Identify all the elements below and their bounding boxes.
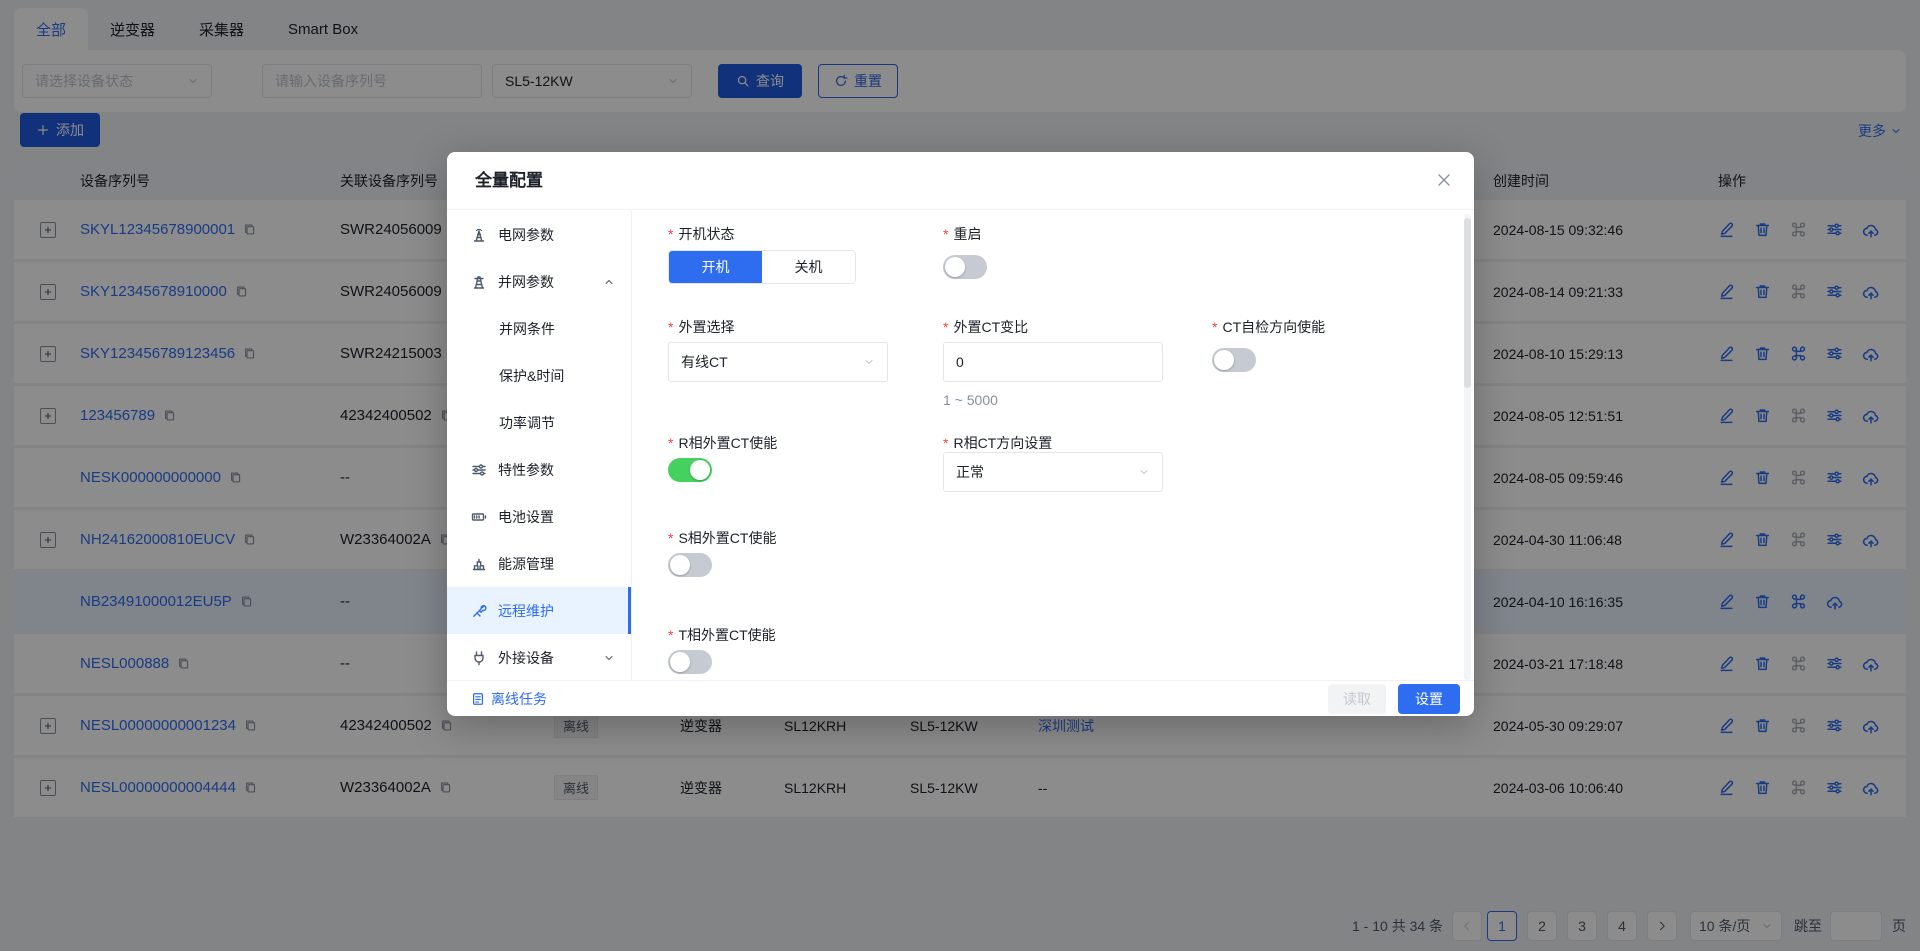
ct-selfcheck-toggle[interactable] <box>1212 348 1256 372</box>
config-menu-item[interactable]: 特性参数 <box>447 446 631 493</box>
config-menu-label: 电网参数 <box>498 225 554 245</box>
power-status-segmented: 开机 关机 <box>668 250 856 284</box>
grid-tower-icon <box>471 227 488 243</box>
battery-icon <box>471 509 488 525</box>
dialog-footer: 离线任务 读取 设置 <box>447 680 1474 716</box>
config-menu-label: 电池设置 <box>498 507 554 527</box>
s-ct-enable-toggle[interactable] <box>668 553 712 577</box>
config-menu-item[interactable]: 电池设置 <box>447 493 631 540</box>
chevron-down-icon <box>1138 466 1150 478</box>
r-ct-enable-label: *R相外置CT使能 <box>668 433 777 453</box>
r-ct-direction-label: *R相CT方向设置 <box>943 433 1052 453</box>
r-ct-direction-value: 正常 <box>956 462 984 482</box>
config-sidebar: 电网参数并网参数并网条件保护&时间功率调节特性参数电池设置能源管理远程维护外接设… <box>447 211 632 680</box>
tune-icon <box>471 462 488 478</box>
chevron-down-icon <box>863 356 875 368</box>
ct-selfcheck-label: *CT自检方向使能 <box>1212 317 1325 337</box>
config-menu-label: 特性参数 <box>498 460 554 480</box>
dialog-title: 全量配置 <box>475 152 543 210</box>
read-button[interactable]: 读取 <box>1328 684 1386 714</box>
dialog-header: 全量配置 <box>447 152 1474 210</box>
ct-ratio-value: 0 <box>956 354 964 370</box>
t-ct-enable-toggle[interactable] <box>668 650 712 674</box>
config-menu-active-item[interactable]: 远程维护 <box>447 587 631 634</box>
offline-task-link[interactable]: 离线任务 <box>471 681 547 717</box>
s-ct-enable-label: *S相外置CT使能 <box>668 528 776 548</box>
config-menu-item[interactable]: 能源管理 <box>447 540 631 587</box>
config-menu-label: 并网条件 <box>499 319 555 339</box>
plug-icon <box>471 650 488 666</box>
power-status-label: *开机状态 <box>668 224 734 244</box>
ct-ratio-input[interactable]: 0 <box>943 342 1163 382</box>
ct-ratio-range-hint: 1 ~ 5000 <box>943 392 998 408</box>
config-menu-label: 能源管理 <box>498 554 554 574</box>
ct-type-select[interactable]: 有线CT <box>668 342 888 382</box>
tools-icon <box>471 603 488 619</box>
energy-icon <box>471 556 488 572</box>
config-menu-label: 功率调节 <box>499 413 555 433</box>
t-ct-enable-label: *T相外置CT使能 <box>668 625 776 645</box>
config-menu-label: 并网参数 <box>498 272 554 292</box>
chevron-up-icon <box>603 276 615 288</box>
set-button[interactable]: 设置 <box>1398 684 1460 714</box>
ct-ratio-label: *外置CT变比 <box>943 317 1028 337</box>
r-ct-enable-toggle[interactable] <box>668 458 712 482</box>
config-menu-item[interactable]: 保护&时间 <box>447 352 631 399</box>
config-menu-item[interactable]: 并网条件 <box>447 305 631 352</box>
power-off-option[interactable]: 关机 <box>762 251 855 283</box>
app-window: 全部逆变器采集器Smart Box 请选择设备状态 请输入设备序列号 SL5-1… <box>0 0 1920 951</box>
config-menu-item[interactable]: 电网参数 <box>447 211 631 258</box>
config-menu-item[interactable]: 外接设备 <box>447 634 631 680</box>
config-menu-item[interactable]: 并网参数 <box>447 258 631 305</box>
task-doc-icon <box>471 692 485 706</box>
offline-task-label: 离线任务 <box>491 689 547 709</box>
config-menu-item[interactable]: 功率调节 <box>447 399 631 446</box>
r-ct-direction-select[interactable]: 正常 <box>943 452 1163 492</box>
config-menu-label: 远程维护 <box>498 601 554 621</box>
config-menu-label: 保护&时间 <box>499 366 564 386</box>
power-on-option[interactable]: 开机 <box>669 251 762 283</box>
full-config-dialog: 全量配置 电网参数并网参数并网条件保护&时间功率调节特性参数电池设置能源管理远程… <box>447 152 1474 716</box>
restart-toggle[interactable] <box>943 255 987 279</box>
pylon-icon <box>471 274 488 290</box>
ct-type-value: 有线CT <box>681 352 728 372</box>
scrollbar-thumb[interactable] <box>1464 218 1471 388</box>
chevron-down-icon <box>603 652 615 664</box>
restart-label: *重启 <box>943 224 981 244</box>
modal-scrollbar[interactable] <box>1464 214 1471 680</box>
ct-type-label: *外置选择 <box>668 317 734 337</box>
close-icon[interactable] <box>1436 172 1452 188</box>
config-menu-label: 外接设备 <box>498 648 554 668</box>
